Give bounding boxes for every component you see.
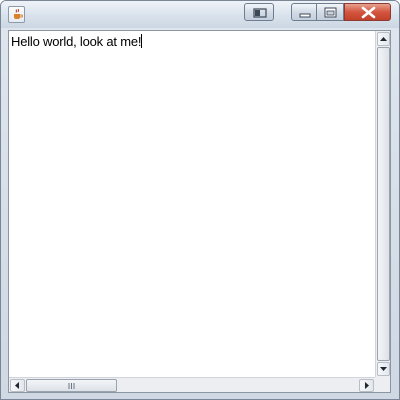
text-editor[interactable]: Hello world, look at me!: [8, 30, 391, 393]
vertical-scrollbar[interactable]: [375, 31, 390, 377]
scroll-left-button[interactable]: [10, 379, 25, 392]
scrollbar-corner: [375, 377, 390, 392]
restore-tile-icon: [253, 8, 267, 18]
close-icon: [361, 6, 376, 19]
scroll-up-button[interactable]: [377, 32, 390, 46]
editor-text[interactable]: Hello world, look at me!: [11, 34, 143, 49]
arrow-down-icon: [380, 367, 387, 371]
text-caret: [141, 34, 143, 48]
scroll-right-button[interactable]: [359, 379, 374, 392]
maximize-button[interactable]: [317, 3, 344, 21]
minimize-icon: [299, 13, 311, 18]
horizontal-scrollbar[interactable]: [9, 377, 375, 392]
vertical-scroll-thumb[interactable]: [377, 47, 390, 361]
scroll-down-button[interactable]: [377, 362, 390, 376]
arrow-up-icon: [380, 37, 387, 41]
app-window: Hello world, look at me!: [0, 0, 400, 400]
maximize-icon: [324, 7, 337, 18]
minimize-button[interactable]: [291, 3, 317, 21]
close-button[interactable]: [344, 3, 391, 21]
title-bar[interactable]: [1, 1, 399, 28]
arrow-left-icon: [15, 382, 19, 389]
grip-icon: [68, 383, 75, 389]
java-cup-icon[interactable]: [8, 6, 25, 23]
horizontal-scroll-thumb[interactable]: [26, 379, 117, 392]
window-tile-button[interactable]: [244, 3, 274, 21]
arrow-right-icon: [365, 382, 369, 389]
